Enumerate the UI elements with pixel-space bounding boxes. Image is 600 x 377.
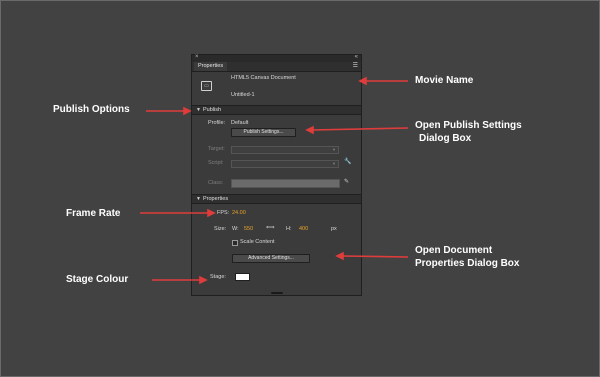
- arrow-advanced-settings: [341, 255, 409, 258]
- arrow-head: [305, 125, 314, 135]
- arrow-publish-settings: [311, 127, 409, 131]
- annotation-arrows: [140, 76, 409, 285]
- arrow-head: [199, 275, 208, 285]
- arrow-head: [335, 251, 344, 261]
- arrow-head: [358, 76, 367, 86]
- arrow-head: [207, 208, 216, 218]
- arrow-head: [183, 106, 192, 116]
